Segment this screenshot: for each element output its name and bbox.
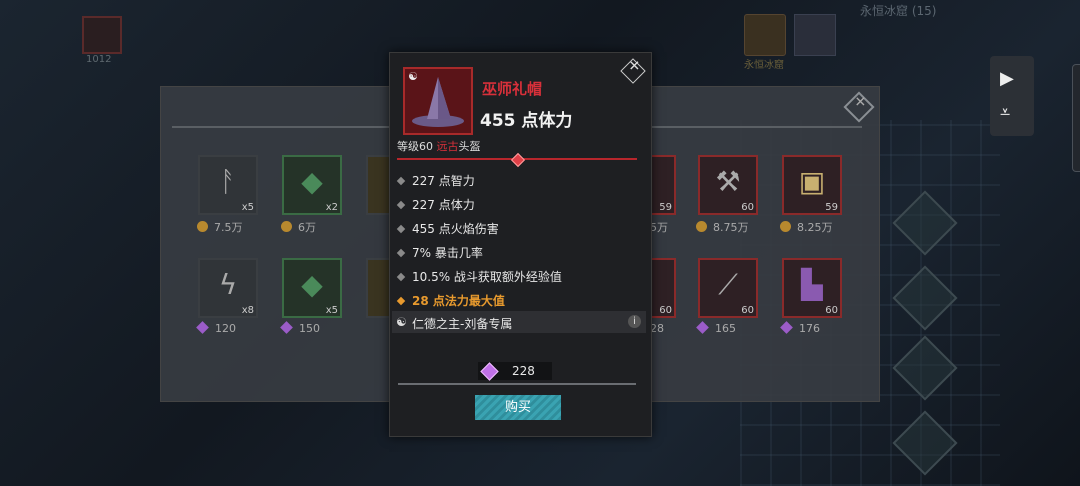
gem-icon xyxy=(280,321,293,334)
slot-price: 8.75万 xyxy=(696,219,749,235)
slot-price: 8.25万 xyxy=(780,219,833,235)
slot-qty: x2 xyxy=(325,202,338,213)
price-value: 228 xyxy=(512,364,535,378)
attribute-line: 455 点火焰伤害 xyxy=(396,220,499,237)
gem-icon xyxy=(696,321,709,334)
coin-icon xyxy=(780,221,791,232)
slot-price: 5万 xyxy=(650,221,668,234)
resource-icon xyxy=(82,16,122,54)
info-icon[interactable]: i xyxy=(628,315,641,328)
coin-icon xyxy=(281,221,292,232)
collapse-down-icon[interactable]: ⩡ xyxy=(1000,102,1020,123)
exclusive-text: 仁德之主-刘备专属 xyxy=(412,317,513,331)
slot-qty: 59 xyxy=(825,202,838,213)
slot-price: 28 xyxy=(650,322,664,335)
shop-slot[interactable]: ◆ x2 xyxy=(282,155,342,215)
slot-qty: x5 xyxy=(241,202,254,213)
slot-qty: 60 xyxy=(741,202,754,213)
shop-slot[interactable]: ▙ 60 xyxy=(782,258,842,318)
green-gem-icon: ◆ xyxy=(301,268,323,301)
shop-slot[interactable]: ◆ x5 xyxy=(282,258,342,318)
right-edge-tab[interactable] xyxy=(1072,64,1080,172)
coin-icon xyxy=(197,221,208,232)
area-title: 永恒冰窟 (15) xyxy=(860,4,937,18)
slot-price: 150 xyxy=(280,321,320,335)
boots-icon: ▙ xyxy=(801,268,823,301)
attribute-line: 227 点体力 xyxy=(396,196,475,213)
slot-qty: x8 xyxy=(241,305,254,316)
slot-qty: 59 xyxy=(659,202,672,213)
exclusive-row: ☯ 仁德之主-刘备专属 i xyxy=(392,311,646,333)
resource-count: 1012 xyxy=(86,54,112,65)
gem-icon xyxy=(196,321,209,334)
shop-slot[interactable]: ϟ x8 xyxy=(198,258,258,318)
item-name: 巫师礼帽 xyxy=(482,80,543,98)
slot-price: 120 xyxy=(196,321,236,335)
shop-slot[interactable]: ▣ 59 xyxy=(782,155,842,215)
yinyang-icon: ☯ xyxy=(396,315,407,329)
item-level-line: 等级60 远古头盔 xyxy=(397,140,481,153)
green-gem-icon: ◆ xyxy=(301,165,323,198)
shop-slot[interactable]: ⟋ 60 xyxy=(698,258,758,318)
lightning-rune-icon: ϟ xyxy=(218,268,238,301)
attribute-line: 10.5% 战斗获取额外经验值 xyxy=(396,268,562,285)
close-icon: ✕ xyxy=(854,94,867,111)
sword-icon: ⟋ xyxy=(718,268,738,301)
gem-icon xyxy=(780,321,793,334)
attribute-line: 227 点智力 xyxy=(396,172,475,189)
coin-icon xyxy=(696,221,707,232)
yinyang-icon: ☯ xyxy=(408,70,418,83)
mace-icon: ⚒ xyxy=(715,165,741,198)
gem-icon xyxy=(480,362,499,381)
slot-qty: 60 xyxy=(659,305,672,316)
slot-price: 7.5万 xyxy=(197,219,243,235)
close-icon: ✕ xyxy=(628,58,641,75)
special-attribute-line: 28 点法力最大值 xyxy=(396,292,505,309)
slot-qty: x5 xyxy=(325,305,338,316)
item-icon-frame: ☯ xyxy=(403,67,473,135)
slot-qty: 60 xyxy=(741,305,754,316)
attribute-line: 7% 暴击几率 xyxy=(396,244,483,261)
buy-button[interactable]: 购买 xyxy=(475,395,561,420)
portal-icon[interactable] xyxy=(744,14,786,56)
play-icon[interactable]: ▶ xyxy=(1000,68,1020,89)
slot-price: 6万 xyxy=(281,219,316,235)
armor-icon: ▣ xyxy=(798,165,826,198)
side-control-panel: ▶ ⩡ xyxy=(990,56,1034,136)
tooltip-divider xyxy=(398,383,636,385)
rune-icon: ᚨ xyxy=(219,165,237,198)
portal-label: 永恒冰窟 xyxy=(744,60,784,71)
price-box: 228 xyxy=(478,362,552,381)
shop-slot[interactable]: ⚒ 60 xyxy=(698,155,758,215)
slot-price: 176 xyxy=(780,321,820,335)
item-main-stat: 455 点体力 xyxy=(480,111,573,131)
shop-slot[interactable]: ᚨ x5 xyxy=(198,155,258,215)
slot-price: 165 xyxy=(696,321,736,335)
map-icon[interactable] xyxy=(794,14,836,56)
slot-qty: 60 xyxy=(825,305,838,316)
